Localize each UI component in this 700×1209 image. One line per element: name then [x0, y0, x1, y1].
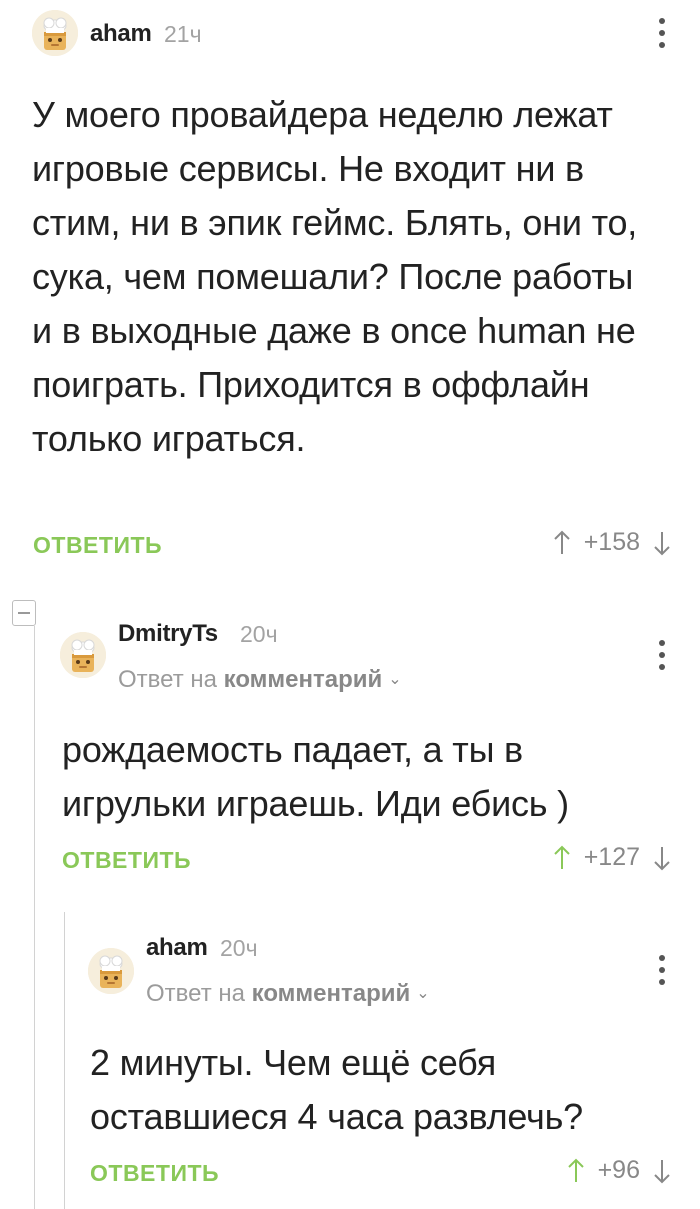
reply-button[interactable]: ОТВЕТИТЬ: [90, 1160, 219, 1187]
rating-value: +96: [597, 1156, 640, 1184]
comment-time: 21ч: [164, 21, 202, 47]
rating-value: +127: [583, 843, 640, 871]
avatar[interactable]: [32, 10, 78, 56]
username[interactable]: aham: [90, 20, 152, 48]
reply-button[interactable]: ОТВЕТИТЬ: [33, 532, 162, 559]
reply-to-prefix: Ответ на: [146, 980, 252, 1007]
comment-text: 2 минуты. Чем ещё себя оставшиеся 4 часа…: [90, 1042, 583, 1137]
arrow-down-icon[interactable]: [652, 530, 672, 556]
comment-text: рождаемость падает, а ты в игрульки игра…: [62, 729, 569, 824]
rating: +127: [552, 843, 672, 872]
arrow-up-icon[interactable]: [566, 1158, 586, 1184]
comment-time: 20ч: [240, 621, 278, 647]
more-vertical-icon[interactable]: [655, 640, 669, 670]
reply-to-prefix: Ответ на: [118, 666, 224, 693]
chevron-down-icon[interactable]: ⌄: [388, 669, 401, 689]
comment-time: 20ч: [220, 935, 258, 961]
chevron-down-icon[interactable]: ⌄: [416, 983, 429, 1003]
username[interactable]: aham: [146, 934, 208, 962]
thread-line-nested: [64, 912, 65, 1209]
collapse-thread-icon[interactable]: [12, 600, 36, 626]
username[interactable]: DmitryTs: [118, 620, 218, 648]
reply-button[interactable]: ОТВЕТИТЬ: [62, 847, 191, 874]
reply-to-target[interactable]: комментарий: [252, 980, 411, 1007]
arrow-down-icon[interactable]: [652, 845, 672, 871]
rating: +96: [566, 1156, 672, 1185]
avatar[interactable]: [88, 948, 134, 994]
rating: +158: [552, 528, 672, 557]
rating-value: +158: [583, 528, 640, 556]
arrow-up-icon[interactable]: [552, 845, 572, 871]
more-vertical-icon[interactable]: [655, 955, 669, 985]
avatar[interactable]: [60, 632, 106, 678]
comment-text: У моего провайдера неделю лежат игровые …: [32, 94, 638, 459]
reply-to-link[interactable]: Ответ на комментарий ⌄: [118, 666, 402, 694]
arrow-up-icon[interactable]: [552, 530, 572, 556]
thread-line: [34, 626, 35, 1209]
reply-to-link[interactable]: Ответ на комментарий ⌄: [146, 980, 430, 1008]
arrow-down-icon[interactable]: [652, 1158, 672, 1184]
more-vertical-icon[interactable]: [655, 18, 669, 48]
reply-to-target[interactable]: комментарий: [224, 666, 383, 693]
